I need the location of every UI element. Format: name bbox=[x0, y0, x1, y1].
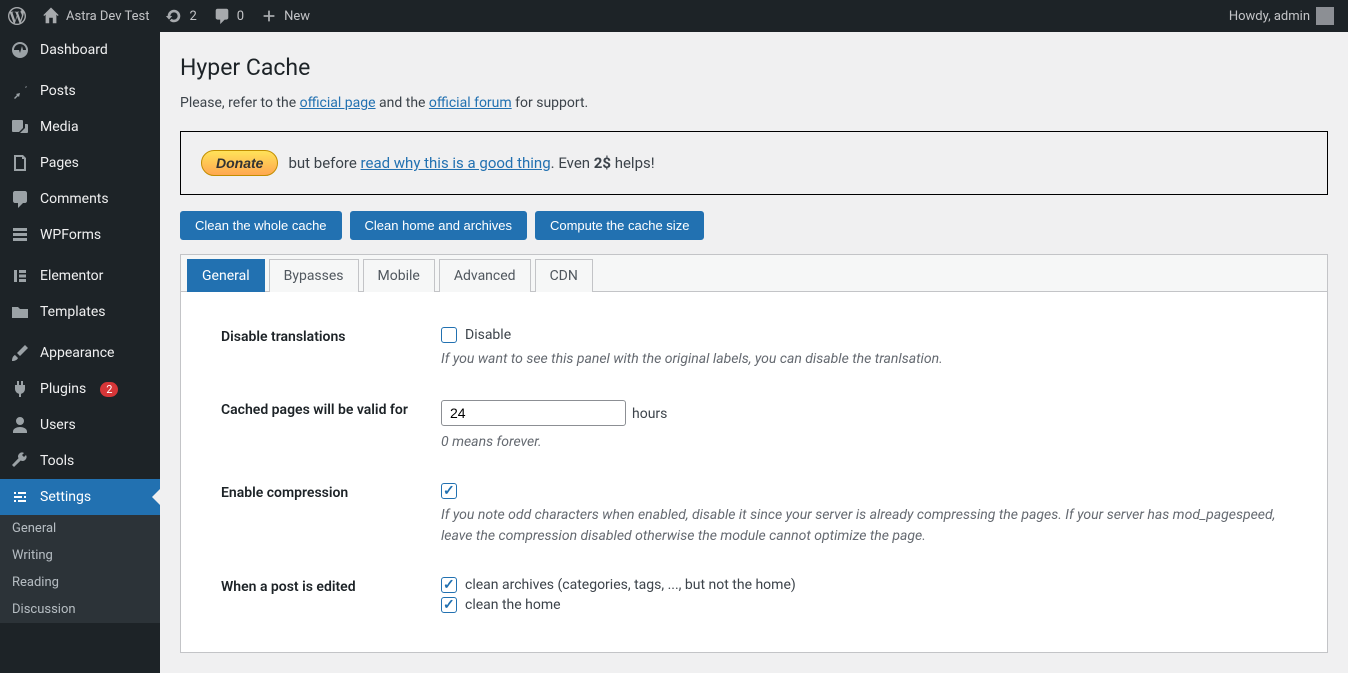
page-icon bbox=[10, 153, 30, 173]
sidebar-label: Plugins bbox=[40, 381, 86, 397]
sidebar-label: Posts bbox=[40, 83, 76, 99]
sidebar-label: Tools bbox=[40, 453, 74, 469]
donate-box: Donate but before read why this is a goo… bbox=[180, 131, 1328, 195]
enable-compression-desc: If you note odd characters when enabled,… bbox=[441, 505, 1287, 547]
updates-link[interactable]: 2 bbox=[157, 0, 204, 32]
sidebar-item-settings[interactable]: Settings bbox=[0, 479, 160, 515]
official-forum-link[interactable]: official forum bbox=[429, 95, 512, 111]
sidebar-item-users[interactable]: Users bbox=[0, 407, 160, 443]
tab-cdn[interactable]: CDN bbox=[535, 259, 593, 292]
sidebar-label: Users bbox=[40, 417, 76, 433]
sidebar-label: Elementor bbox=[40, 268, 103, 284]
sidebar-item-templates[interactable]: Templates bbox=[0, 294, 160, 330]
settings-tabs: General Bypasses Mobile Advanced CDN Dis… bbox=[180, 254, 1328, 653]
updates-count: 2 bbox=[189, 9, 196, 24]
avatar bbox=[1316, 7, 1334, 25]
clean-home-checkbox[interactable] bbox=[441, 597, 457, 613]
official-page-link[interactable]: official page bbox=[300, 95, 376, 111]
new-content-link[interactable]: New bbox=[252, 0, 318, 32]
account-link[interactable]: Howdy, admin bbox=[1229, 7, 1340, 25]
wp-logo[interactable] bbox=[0, 0, 34, 32]
comment-icon bbox=[213, 7, 231, 25]
plus-icon bbox=[260, 7, 278, 25]
sidebar-item-wpforms[interactable]: WPForms bbox=[0, 217, 160, 253]
donate-button[interactable]: Donate bbox=[201, 150, 278, 176]
admin-sidebar: Dashboard Posts Media Pages Comments WPF… bbox=[0, 32, 160, 673]
update-badge: 2 bbox=[100, 382, 118, 397]
wrench-icon bbox=[10, 451, 30, 471]
label-disable-translations: Disable translations bbox=[221, 327, 441, 345]
sidebar-label: Pages bbox=[40, 155, 79, 171]
refresh-icon bbox=[165, 7, 183, 25]
submenu-general[interactable]: General bbox=[0, 515, 160, 542]
tab-advanced[interactable]: Advanced bbox=[439, 259, 531, 292]
folder-icon bbox=[10, 302, 30, 322]
clean-archives-checkbox[interactable] bbox=[441, 577, 457, 593]
sidebar-item-pages[interactable]: Pages bbox=[0, 145, 160, 181]
main-content: Hyper Cache Please, refer to the officia… bbox=[160, 32, 1348, 673]
settings-icon bbox=[10, 487, 30, 507]
wordpress-icon bbox=[8, 7, 26, 25]
tab-mobile[interactable]: Mobile bbox=[363, 259, 435, 292]
form-icon bbox=[10, 225, 30, 245]
sidebar-label: Appearance bbox=[40, 345, 114, 361]
comment-icon bbox=[10, 189, 30, 209]
support-text: Please, refer to the official page and t… bbox=[180, 95, 1328, 111]
dashboard-icon bbox=[10, 40, 30, 60]
pin-icon bbox=[10, 81, 30, 101]
sidebar-item-elementor[interactable]: Elementor bbox=[0, 258, 160, 294]
donate-why-link[interactable]: read why this is a good thing bbox=[361, 154, 551, 172]
new-label: New bbox=[284, 9, 310, 24]
user-icon bbox=[10, 415, 30, 435]
comments-count: 0 bbox=[237, 9, 244, 24]
media-icon bbox=[10, 117, 30, 137]
clean-whole-cache-button[interactable]: Clean the whole cache bbox=[180, 211, 342, 240]
enable-compression-checkbox[interactable] bbox=[441, 483, 457, 499]
sidebar-label: Comments bbox=[40, 191, 109, 207]
sidebar-item-appearance[interactable]: Appearance bbox=[0, 335, 160, 371]
plugin-icon bbox=[10, 379, 30, 399]
clean-archives-label: clean archives (categories, tags, ..., b… bbox=[465, 577, 796, 593]
sidebar-label: Media bbox=[40, 119, 79, 135]
comments-link[interactable]: 0 bbox=[205, 0, 252, 32]
valid-for-unit: hours bbox=[632, 406, 667, 422]
sidebar-item-plugins[interactable]: Plugins 2 bbox=[0, 371, 160, 407]
clean-home-archives-button[interactable]: Clean home and archives bbox=[350, 211, 527, 240]
label-valid-for: Cached pages will be valid for bbox=[221, 400, 441, 418]
sidebar-item-dashboard[interactable]: Dashboard bbox=[0, 32, 160, 68]
howdy-text: Howdy, admin bbox=[1229, 9, 1310, 24]
sidebar-label: Settings bbox=[40, 489, 91, 505]
compute-cache-size-button[interactable]: Compute the cache size bbox=[535, 211, 704, 240]
sidebar-item-comments[interactable]: Comments bbox=[0, 181, 160, 217]
admin-bar: Astra Dev Test 2 0 New Howdy, admin bbox=[0, 0, 1348, 32]
valid-for-input[interactable] bbox=[441, 400, 626, 426]
valid-for-desc: 0 means forever. bbox=[441, 432, 1287, 453]
submenu-reading[interactable]: Reading bbox=[0, 569, 160, 596]
disable-checkbox-label: Disable bbox=[465, 327, 511, 343]
home-icon bbox=[42, 7, 60, 25]
brush-icon bbox=[10, 343, 30, 363]
submenu-writing[interactable]: Writing bbox=[0, 542, 160, 569]
tab-general[interactable]: General bbox=[187, 259, 265, 292]
label-enable-compression: Enable compression bbox=[221, 483, 441, 501]
site-name: Astra Dev Test bbox=[66, 9, 149, 24]
tab-bypasses[interactable]: Bypasses bbox=[269, 259, 359, 292]
sidebar-label: WPForms bbox=[40, 227, 101, 243]
disable-translations-desc: If you want to see this panel with the o… bbox=[441, 349, 1287, 370]
elementor-icon bbox=[10, 266, 30, 286]
site-name-link[interactable]: Astra Dev Test bbox=[34, 0, 157, 32]
label-post-edited: When a post is edited bbox=[221, 577, 441, 595]
sidebar-label: Dashboard bbox=[40, 42, 108, 58]
clean-home-label: clean the home bbox=[465, 597, 561, 613]
sidebar-item-posts[interactable]: Posts bbox=[0, 73, 160, 109]
sidebar-item-tools[interactable]: Tools bbox=[0, 443, 160, 479]
disable-translations-checkbox[interactable] bbox=[441, 327, 457, 343]
submenu-discussion[interactable]: Discussion bbox=[0, 596, 160, 623]
sidebar-item-media[interactable]: Media bbox=[0, 109, 160, 145]
sidebar-label: Templates bbox=[40, 304, 106, 320]
page-title: Hyper Cache bbox=[180, 54, 1328, 81]
